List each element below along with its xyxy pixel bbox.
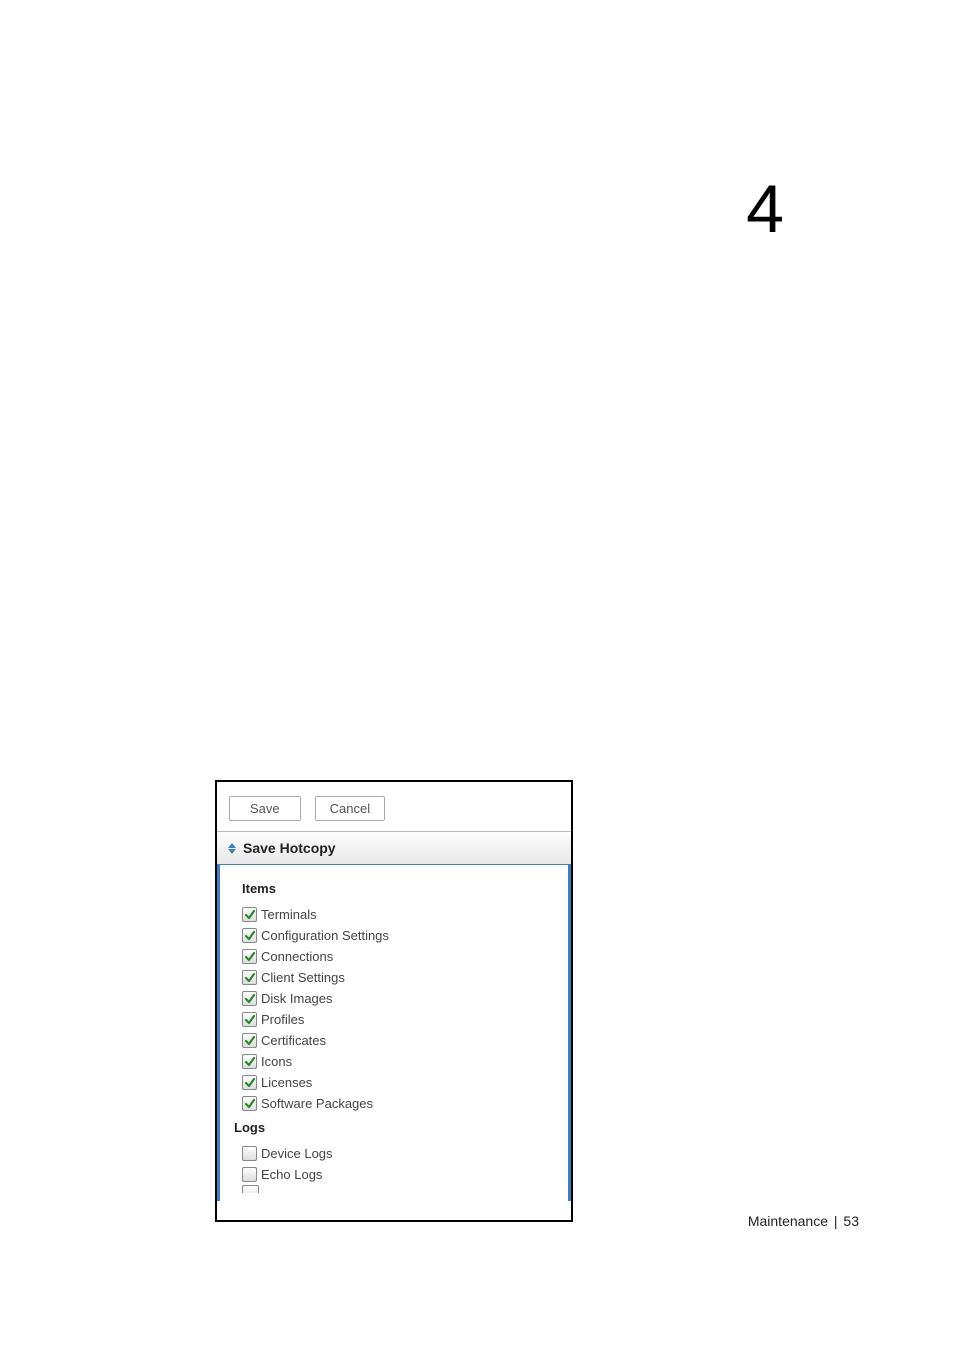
panel-body: Items Terminals Configuration Settings Con… [217, 865, 571, 1201]
section-header[interactable]: Save Hotcopy [217, 831, 571, 865]
checkbox-label: Certificates [261, 1033, 326, 1048]
save-button[interactable]: Save [229, 796, 301, 821]
list-item: Configuration Settings [242, 925, 552, 946]
logs-group-label: Logs [234, 1120, 552, 1135]
chapter-number: 4 [746, 170, 784, 248]
checkbox-partial [242, 1185, 259, 1193]
checkbox[interactable] [242, 991, 257, 1006]
list-item: Echo Logs [242, 1164, 552, 1185]
sort-icon [227, 843, 237, 854]
checkbox-label: Licenses [261, 1075, 312, 1090]
toolbar: Save Cancel [217, 782, 571, 831]
list-item: Software Packages [242, 1093, 552, 1114]
cancel-button[interactable]: Cancel [315, 796, 385, 821]
checkbox[interactable] [242, 949, 257, 964]
checkbox[interactable] [242, 907, 257, 922]
checkbox[interactable] [242, 1146, 257, 1161]
checkbox-label: Icons [261, 1054, 292, 1069]
checkbox[interactable] [242, 1033, 257, 1048]
footer-page: 53 [843, 1213, 859, 1229]
checkbox-label: Profiles [261, 1012, 304, 1027]
list-item: Terminals [242, 904, 552, 925]
checkbox-label: Device Logs [261, 1146, 333, 1161]
checkbox[interactable] [242, 1096, 257, 1111]
footer-section: Maintenance [748, 1213, 828, 1229]
checkbox[interactable] [242, 1054, 257, 1069]
checkbox-label: Disk Images [261, 991, 333, 1006]
checkbox-label: Echo Logs [261, 1167, 322, 1182]
list-item: Certificates [242, 1030, 552, 1051]
checkbox[interactable] [242, 928, 257, 943]
list-item: Device Logs [242, 1143, 552, 1164]
checkbox-label: Terminals [261, 907, 317, 922]
save-hotcopy-panel: Save Cancel Save Hotcopy Items Terminals… [215, 780, 573, 1222]
list-item: Licenses [242, 1072, 552, 1093]
checkbox[interactable] [242, 1075, 257, 1090]
checkbox[interactable] [242, 970, 257, 985]
list-item: Client Settings [242, 967, 552, 988]
checkbox-label: Configuration Settings [261, 928, 389, 943]
list-item: Profiles [242, 1009, 552, 1030]
checkbox-label: Client Settings [261, 970, 345, 985]
items-group-label: Items [242, 881, 552, 896]
checkbox[interactable] [242, 1012, 257, 1027]
checkbox-label: Connections [261, 949, 333, 964]
checkbox[interactable] [242, 1167, 257, 1182]
page-footer: Maintenance | 53 [748, 1213, 859, 1229]
list-item: Connections [242, 946, 552, 967]
list-item: Disk Images [242, 988, 552, 1009]
footer-separator: | [834, 1213, 838, 1229]
checkbox-label: Software Packages [261, 1096, 373, 1111]
section-title: Save Hotcopy [243, 840, 336, 856]
list-item: Icons [242, 1051, 552, 1072]
